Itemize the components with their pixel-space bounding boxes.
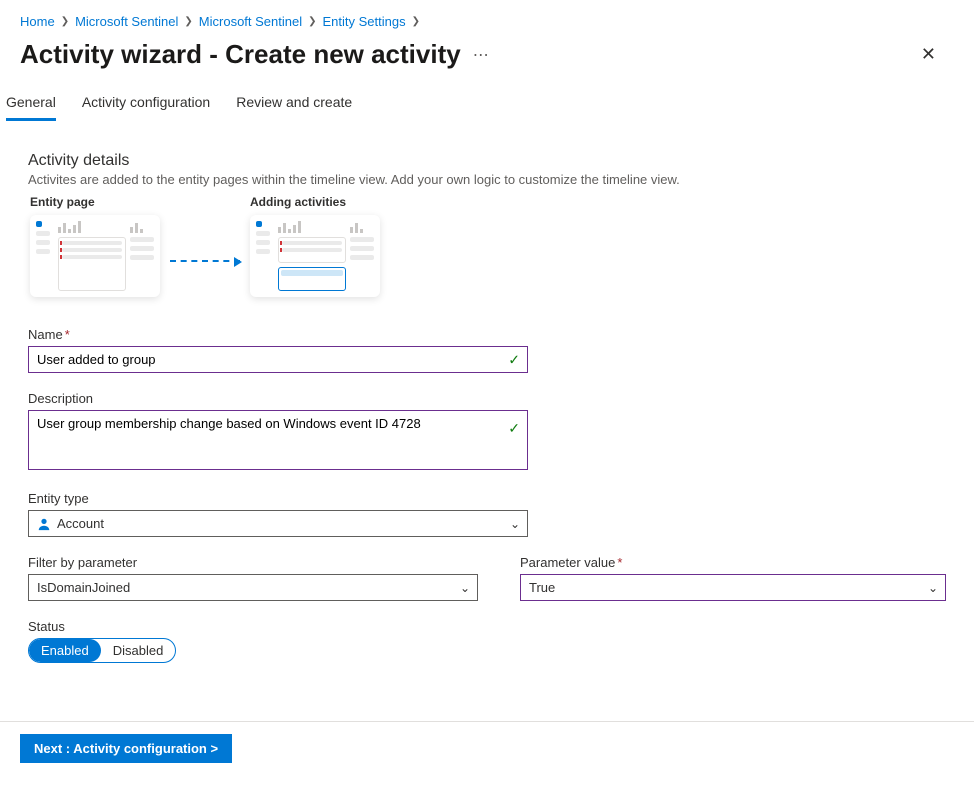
breadcrumb-item-home[interactable]: Home [20,14,55,29]
breadcrumb-item-sentinel[interactable]: Microsoft Sentinel [75,14,178,29]
field-description: Description User group membership change… [28,391,946,473]
entity-type-label: Entity type [28,491,946,506]
close-icon[interactable]: ✕ [921,44,936,65]
name-input[interactable] [28,346,528,373]
footer: Next : Activity configuration > [0,721,974,775]
arrow-icon [170,260,240,262]
title-row: Activity wizard - Create new activity ⋯ … [0,35,974,88]
field-param-value: Parameter value* True ⌄ [520,555,946,601]
more-icon[interactable]: ⋯ [473,45,491,65]
illus-card-activities [250,215,380,297]
page-title: Activity wizard - Create new activity [20,39,461,70]
chevron-right-icon: ❯ [308,16,316,27]
entity-type-value: Account [57,516,104,531]
filter-select[interactable]: IsDomainJoined [28,574,478,601]
status-label: Status [28,619,946,634]
description-label: Description [28,391,946,406]
next-button[interactable]: Next : Activity configuration > [20,734,232,763]
tab-general[interactable]: General [6,88,56,121]
breadcrumb-item-entity-settings[interactable]: Entity Settings [323,14,406,29]
illustration: Entity page [30,195,946,297]
field-filter: Filter by parameter IsDomainJoined ⌄ [28,555,490,601]
tab-activity-configuration[interactable]: Activity configuration [82,88,210,121]
section-desc: Activites are added to the entity pages … [28,172,946,187]
name-label: Name* [28,327,946,342]
content: Activity details Activites are added to … [0,122,974,701]
illus-card-entity [30,215,160,297]
chevron-right-icon: ❯ [61,16,69,27]
account-icon [37,517,51,531]
param-value: True [529,580,555,595]
filter-value: IsDomainJoined [37,580,130,595]
field-status: Status Enabled Disabled [28,619,946,663]
param-select[interactable]: True [520,574,946,601]
field-entity-type: Entity type Account ⌄ [28,491,946,537]
breadcrumb: Home ❯ Microsoft Sentinel ❯ Microsoft Se… [0,0,974,35]
entity-type-select[interactable]: Account [28,510,528,537]
illus-label-adding-activities: Adding activities [250,195,346,209]
field-name: Name* ✓ [28,327,946,373]
status-enabled[interactable]: Enabled [29,639,101,662]
tabs: General Activity configuration Review an… [0,88,974,122]
param-label: Parameter value* [520,555,946,570]
status-toggle[interactable]: Enabled Disabled [28,638,176,663]
illus-label-entity-page: Entity page [30,195,95,209]
tab-review-create[interactable]: Review and create [236,88,352,121]
section-title: Activity details [28,152,946,170]
status-disabled[interactable]: Disabled [101,639,176,662]
description-input[interactable]: User group membership change based on Wi… [28,410,528,470]
chevron-right-icon: ❯ [184,16,192,27]
chevron-right-icon: ❯ [412,16,420,27]
filter-label: Filter by parameter [28,555,490,570]
breadcrumb-item-sentinel-ws[interactable]: Microsoft Sentinel [199,14,302,29]
